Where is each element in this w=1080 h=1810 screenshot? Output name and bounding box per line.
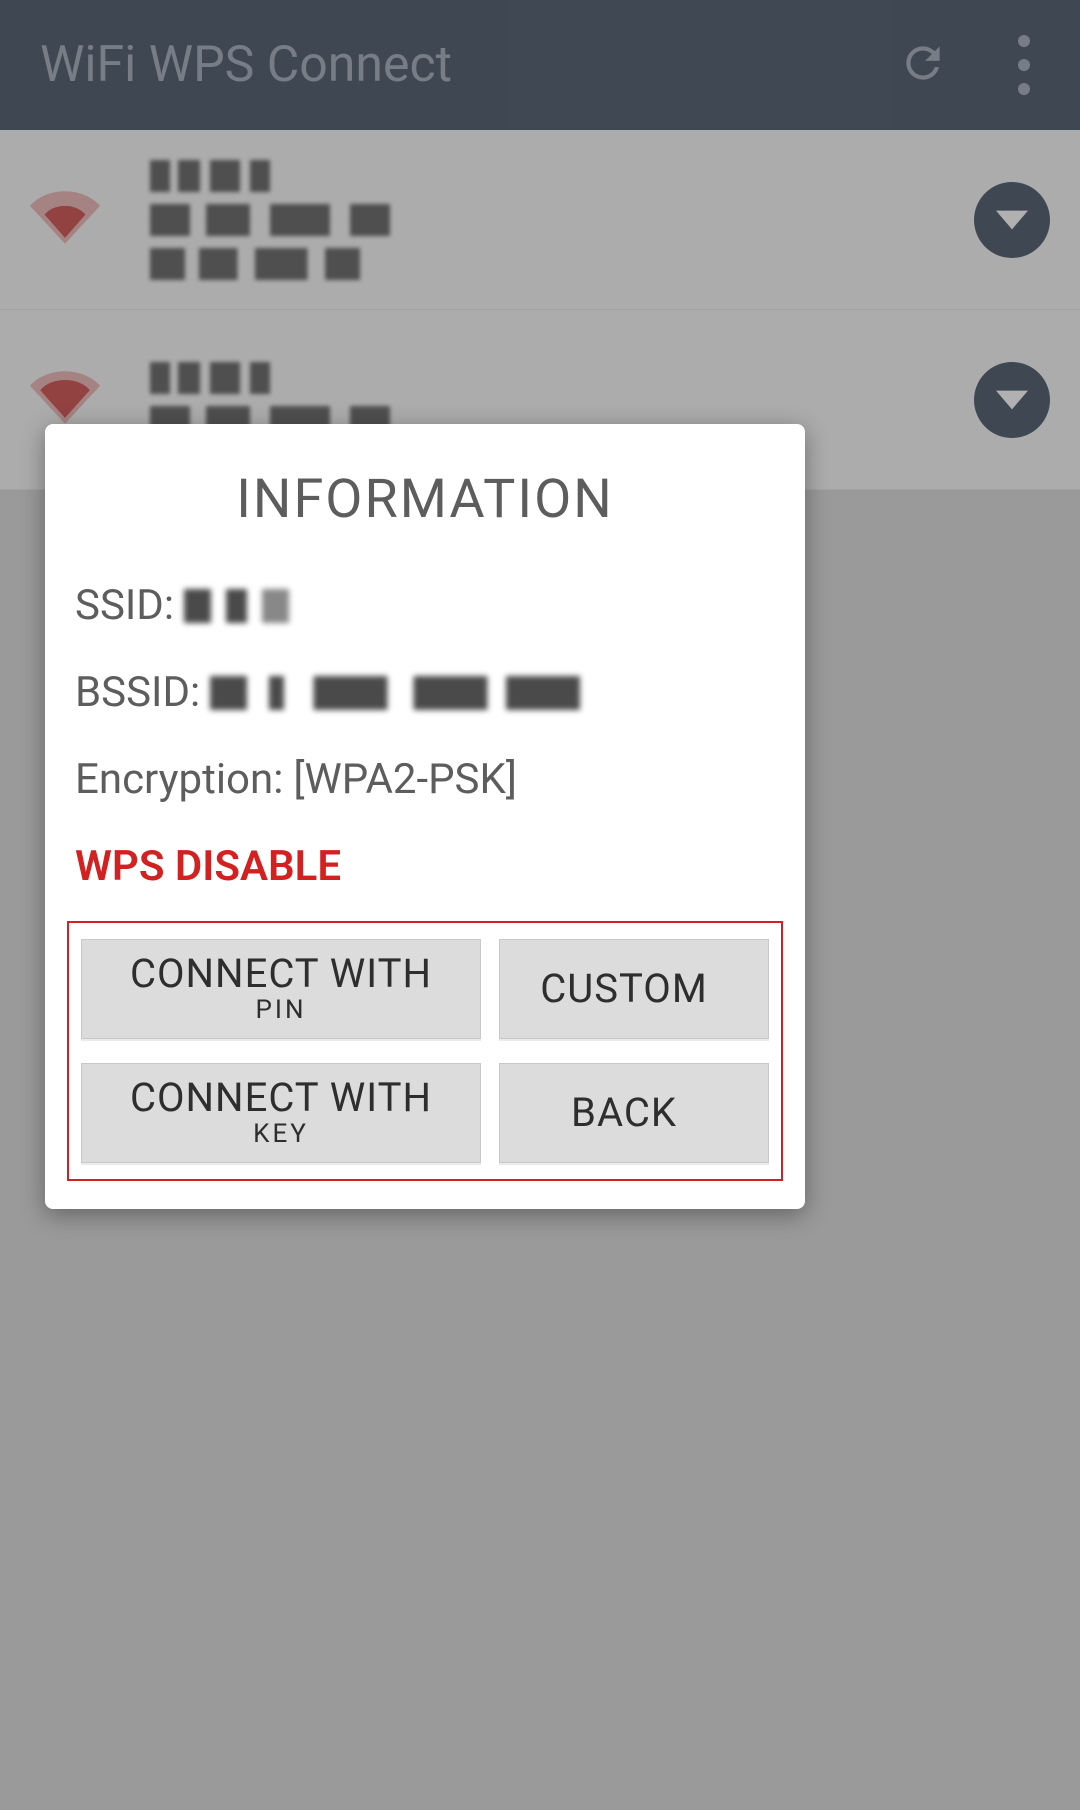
connect-with-key-button[interactable]: CONNECT WITH KEY [81,1063,481,1163]
ssid-label: SSID: [75,581,174,630]
information-dialog: INFORMATION SSID: BSSID: Encryption: [WP… [45,424,805,1209]
button-label: CUSTOM [540,968,707,1010]
button-label: CONNECT WITH [130,953,432,995]
button-sublabel: PIN [255,997,306,1024]
ssid-row: SSID: [75,581,775,630]
button-sublabel: KEY [253,1121,309,1148]
bssid-row: BSSID: [75,668,775,717]
button-label: BACK [571,1092,677,1134]
encryption-label: Encryption: [75,755,283,804]
encryption-value: [WPA2-PSK] [293,755,517,804]
ssid-value-redacted [184,589,334,623]
bssid-label: BSSID: [75,668,200,717]
encryption-row: Encryption: [WPA2-PSK] [75,755,775,804]
dialog-body: SSID: BSSID: Encryption: [WPA2-PSK] WPS … [45,581,805,891]
back-button[interactable]: BACK [499,1063,769,1163]
dialog-title: INFORMATION [45,424,805,581]
wps-status: WPS DISABLE [75,842,775,891]
connect-with-pin-button[interactable]: CONNECT WITH PIN [81,939,481,1039]
bssid-value-redacted [210,676,580,710]
custom-pin-button[interactable]: CUSTOM [499,939,769,1039]
dialog-button-group: CONNECT WITH PIN CUSTOM CONNECT WITH KEY… [67,921,783,1181]
button-label: CONNECT WITH [130,1077,432,1119]
